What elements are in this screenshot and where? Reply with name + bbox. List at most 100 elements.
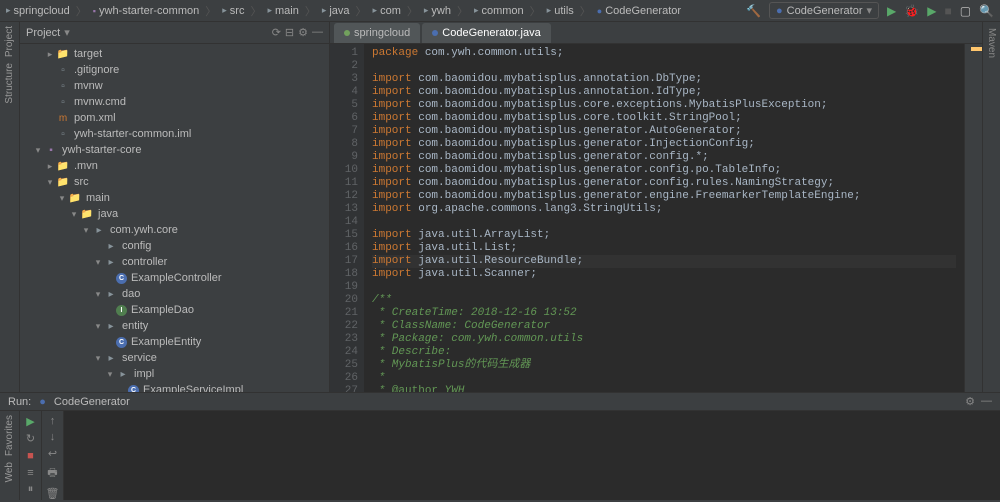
- tree-twisty-icon[interactable]: ▾: [92, 257, 104, 268]
- tree-twisty-icon[interactable]: ▾: [32, 145, 44, 156]
- breadcrumb-item[interactable]: ▸src: [222, 5, 244, 17]
- tree-twisty-icon[interactable]: ▸: [44, 49, 56, 60]
- breadcrumb-item[interactable]: ▸common: [474, 5, 524, 17]
- print-icon[interactable]: 🖶: [47, 464, 57, 483]
- tree-twisty-icon[interactable]: ▾: [44, 177, 56, 188]
- down-icon[interactable]: ↓: [50, 431, 56, 443]
- tree-twisty-icon[interactable]: ▾: [68, 209, 80, 220]
- project-tool-tab[interactable]: Project: [4, 26, 15, 57]
- run-config-selector[interactable]: ● CodeGenerator ▾: [769, 2, 879, 19]
- tree-row[interactable]: ▫.gitignore: [20, 62, 329, 78]
- tree-row[interactable]: ▸📁.mvn: [20, 158, 329, 174]
- folder-icon: 📁: [56, 159, 70, 173]
- editor-tab[interactable]: CodeGenerator.java: [422, 23, 550, 43]
- breadcrumb-item[interactable]: ▸com: [373, 5, 401, 17]
- tree-row[interactable]: ▫ywh-starter-common.iml: [20, 126, 329, 142]
- breadcrumb-item[interactable]: ▸main: [267, 5, 298, 17]
- gear-icon[interactable]: ⚙: [965, 395, 975, 408]
- folder-icon: 📁: [56, 175, 70, 189]
- tree-row[interactable]: ▾▸com.ywh.core: [20, 222, 329, 238]
- up-icon[interactable]: ↑: [50, 415, 56, 427]
- breadcrumb-item[interactable]: ▪ywh-starter-common: [93, 5, 199, 17]
- breadcrumb-item[interactable]: ▸ywh: [424, 5, 451, 17]
- line-number: 19: [332, 281, 358, 294]
- tree-row[interactable]: ▾▸service: [20, 350, 329, 366]
- collapse-icon[interactable]: ⊟: [285, 26, 294, 39]
- trash-icon[interactable]: 🗑: [46, 487, 60, 500]
- tree-twisty-icon[interactable]: ▾: [80, 225, 92, 236]
- minimize-icon[interactable]: —: [981, 395, 992, 408]
- left-tool-stripe-bottom: Favorites Web: [0, 411, 20, 500]
- code-line: import java.util.List;: [372, 242, 956, 255]
- structure-tool-tab[interactable]: Structure: [4, 63, 15, 104]
- search-icon[interactable]: 🔍: [979, 4, 994, 18]
- tree-row[interactable]: ▾▸dao: [20, 286, 329, 302]
- tree-row[interactable]: CExampleServiceImpl: [20, 382, 329, 392]
- trace-icon[interactable]: ≡: [24, 466, 38, 479]
- console-output[interactable]: [64, 411, 1000, 500]
- stop-icon[interactable]: ■: [944, 4, 951, 18]
- tree-row[interactable]: ▫mvnw: [20, 78, 329, 94]
- tree-row[interactable]: ▾📁src: [20, 174, 329, 190]
- folder-icon: 📁: [56, 47, 70, 61]
- stop-icon[interactable]: ■: [24, 449, 38, 462]
- editor-tab[interactable]: springcloud: [334, 23, 420, 43]
- tree-row[interactable]: ▫mvnw.cmd: [20, 94, 329, 110]
- tree-row[interactable]: ▸📁target: [20, 46, 329, 62]
- project-panel: Project ▾ ⟳ ⊟ ⚙ — ▸📁target ▫.gitignore ▫…: [20, 22, 330, 392]
- tree-row[interactable]: ▾📁main: [20, 190, 329, 206]
- tree-row[interactable]: ▸config: [20, 238, 329, 254]
- tree-item-label: mvnw.cmd: [74, 96, 126, 108]
- tree-twisty-icon[interactable]: ▾: [56, 193, 68, 204]
- tree-row[interactable]: ▾▸entity: [20, 318, 329, 334]
- refresh-icon[interactable]: ↻: [24, 432, 38, 445]
- breadcrumb-separator: 〉: [407, 3, 418, 19]
- favorites-tool-tab[interactable]: Favorites: [4, 415, 15, 456]
- error-stripe[interactable]: [964, 44, 982, 392]
- breadcrumb-label: ywh: [431, 5, 451, 17]
- code-line: * Describe:: [372, 346, 956, 359]
- file-icon: ▫: [56, 79, 70, 93]
- tree-twisty-icon[interactable]: ▾: [104, 369, 116, 380]
- tree-row[interactable]: IExampleDao: [20, 302, 329, 318]
- rerun-icon[interactable]: ▶: [24, 415, 38, 428]
- gear-icon[interactable]: ⚙: [298, 26, 308, 39]
- chevron-down-icon[interactable]: ▾: [64, 26, 70, 39]
- warning-marker[interactable]: [971, 47, 982, 51]
- wrap-icon[interactable]: ↩: [48, 447, 57, 460]
- run-coverage-icon[interactable]: ▶: [927, 4, 936, 18]
- maven-tool-tab[interactable]: Maven: [986, 28, 997, 58]
- tree-row[interactable]: ▾▸impl: [20, 366, 329, 382]
- tree-twisty-icon[interactable]: ▾: [92, 321, 104, 332]
- folder-icon: ▸: [322, 5, 327, 16]
- debug-icon[interactable]: 🐞: [904, 4, 919, 18]
- pause-icon[interactable]: ⏸: [24, 483, 38, 496]
- breadcrumb-item[interactable]: ▸utils: [547, 5, 574, 17]
- hammer-icon[interactable]: 🔨: [746, 4, 761, 18]
- project-tree[interactable]: ▸📁target ▫.gitignore ▫mvnw ▫mvnw.cmd mpo…: [20, 44, 329, 392]
- tree-twisty-icon[interactable]: ▾: [92, 289, 104, 300]
- run-icon[interactable]: ▶: [887, 4, 896, 18]
- tree-row[interactable]: ▾📁java: [20, 206, 329, 222]
- tree-twisty-icon[interactable]: ▸: [44, 161, 56, 172]
- breadcrumb-separator: 〉: [580, 3, 591, 19]
- code-line: * ClassName: CodeGenerator: [372, 320, 956, 333]
- tree-twisty-icon[interactable]: ▾: [92, 353, 104, 364]
- breadcrumb-item[interactable]: ▸springcloud: [6, 5, 70, 17]
- tree-row[interactable]: ▾▸controller: [20, 254, 329, 270]
- tree-row[interactable]: mpom.xml: [20, 110, 329, 126]
- layout-icon[interactable]: ▢: [960, 4, 971, 18]
- editor-tabs: springcloudCodeGenerator.java: [330, 22, 982, 44]
- tree-row[interactable]: CExampleController: [20, 270, 329, 286]
- breadcrumb-item[interactable]: ▸java: [322, 5, 350, 17]
- tree-row[interactable]: ▾▪ywh-starter-core: [20, 142, 329, 158]
- line-number: 24: [332, 346, 358, 359]
- breadcrumb-item[interactable]: ●CodeGenerator: [597, 5, 681, 17]
- line-number: 3: [332, 73, 358, 86]
- hide-icon[interactable]: —: [312, 26, 323, 39]
- tree-row[interactable]: CExampleEntity: [20, 334, 329, 350]
- pkg-icon: ▸: [104, 351, 118, 365]
- web-tool-tab[interactable]: Web: [4, 462, 15, 482]
- sync-icon[interactable]: ⟳: [272, 26, 281, 39]
- code-editor[interactable]: package com.ywh.common.utils; import com…: [364, 44, 964, 392]
